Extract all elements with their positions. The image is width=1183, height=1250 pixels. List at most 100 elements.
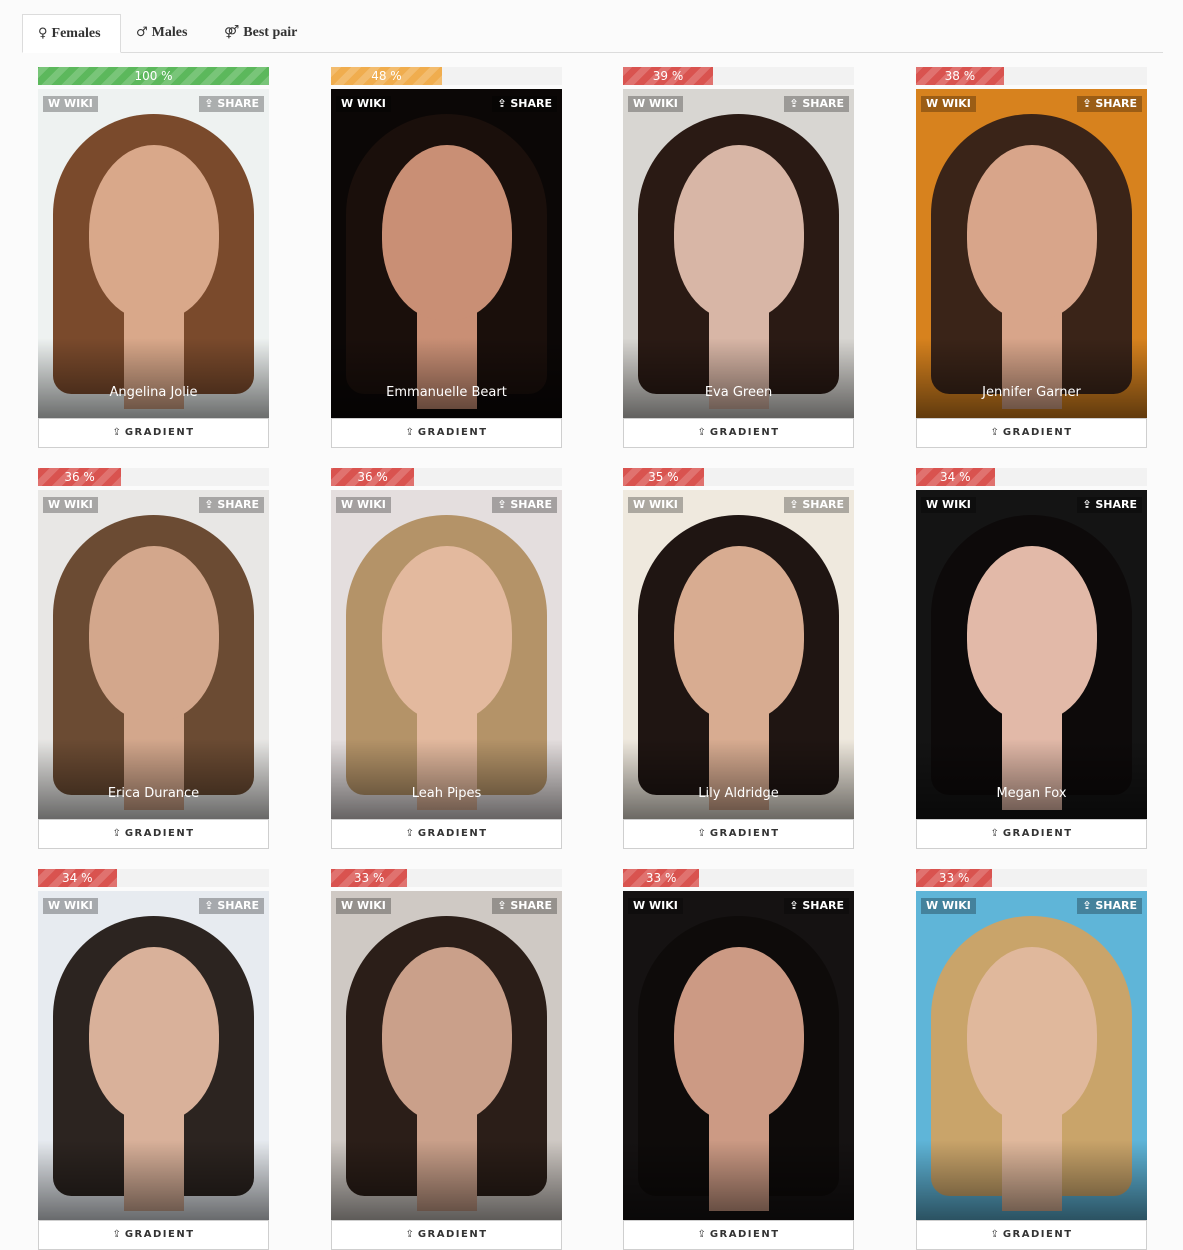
tab-males[interactable]: ♂ Males [121, 14, 207, 51]
similarity-percent: 34 % [940, 470, 971, 484]
person-photo[interactable]: W WIKI ⇪ SHARE Leah Pipes [331, 490, 562, 819]
wiki-icon: W [48, 899, 64, 912]
share-button[interactable]: ⇪ SHARE [492, 898, 557, 914]
share-label: SHARE [217, 498, 259, 511]
photo-face [673, 546, 804, 722]
share-button[interactable]: ⇪ SHARE [1077, 898, 1142, 914]
wiki-button[interactable]: W WIKI [921, 497, 976, 513]
share-icon: ⇪ [497, 97, 511, 110]
gradient-label: GRADIENT [124, 1229, 195, 1240]
wiki-icon: W [48, 498, 64, 511]
wiki-button[interactable]: W WIKI [628, 898, 683, 914]
share-button[interactable]: ⇪ SHARE [492, 497, 557, 513]
gradient-button[interactable]: ⇪ GRADIENT [916, 819, 1147, 849]
share-button[interactable]: ⇪ SHARE [784, 898, 849, 914]
person-card: 36 % W WIKI ⇪ SHARE Leah Pipes ⇪ GRADIENT [331, 468, 562, 849]
share-button[interactable]: ⇪ SHARE [492, 96, 557, 112]
similarity-percent: 39 % [652, 69, 684, 83]
tab-label: Best pair [243, 25, 298, 40]
person-photo[interactable]: W WIKI ⇪ SHARE [38, 891, 269, 1220]
wiki-button[interactable]: W WIKI [921, 898, 976, 914]
wiki-label: WIKI [941, 498, 971, 511]
gradient-button[interactable]: ⇪ GRADIENT [623, 418, 854, 448]
share-button[interactable]: ⇪ SHARE [199, 96, 264, 112]
wiki-button[interactable]: W WIKI [43, 497, 98, 513]
gradient-icon: ⇪ [697, 427, 706, 438]
wiki-button[interactable]: W WIKI [628, 96, 683, 112]
gradient-button[interactable]: ⇪ GRADIENT [38, 418, 269, 448]
similarity-percent: 48 % [371, 69, 402, 83]
gradient-button[interactable]: ⇪ GRADIENT [623, 819, 854, 849]
similarity-percent: 33 % [645, 871, 677, 885]
photo-face [673, 947, 804, 1123]
wiki-label: WIKI [648, 97, 678, 110]
person-photo[interactable]: W WIKI ⇪ SHARE [623, 891, 854, 1220]
similarity-bar: 35 % [623, 468, 854, 486]
wiki-icon: W [48, 97, 64, 110]
gradient-label: GRADIENT [417, 1229, 488, 1240]
photo-face [381, 947, 512, 1123]
wiki-label: WIKI [941, 97, 971, 110]
person-photo[interactable]: W WIKI ⇪ SHARE Emmanuelle Beart [331, 89, 562, 418]
person-photo[interactable]: W WIKI ⇪ SHARE Eva Green [623, 89, 854, 418]
gradient-button[interactable]: ⇪ GRADIENT [38, 1220, 269, 1250]
gradient-icon: ⇪ [990, 828, 999, 839]
similarity-percent: 34 % [62, 871, 93, 885]
gender-tabs: ♀ Females ♂ Males ⚤ Best pair [22, 14, 1163, 53]
share-button[interactable]: ⇪ SHARE [1077, 497, 1142, 513]
share-icon: ⇪ [1082, 899, 1096, 912]
similarity-percent: 35 % [648, 470, 679, 484]
gradient-button[interactable]: ⇪ GRADIENT [331, 418, 562, 448]
wiki-icon: W [341, 899, 357, 912]
share-button[interactable]: ⇪ SHARE [784, 497, 849, 513]
wiki-button[interactable]: W WIKI [336, 96, 391, 112]
share-label: SHARE [1095, 97, 1137, 110]
person-photo[interactable]: W WIKI ⇪ SHARE Angelina Jolie [38, 89, 269, 418]
share-button[interactable]: ⇪ SHARE [199, 497, 264, 513]
person-photo[interactable]: W WIKI ⇪ SHARE Erica Durance [38, 490, 269, 819]
share-label: SHARE [1095, 498, 1137, 511]
share-icon: ⇪ [497, 498, 511, 511]
share-label: SHARE [217, 899, 259, 912]
wiki-label: WIKI [356, 899, 386, 912]
person-photo[interactable]: W WIKI ⇪ SHARE [916, 891, 1147, 1220]
gradient-button[interactable]: ⇪ GRADIENT [916, 1220, 1147, 1250]
similarity-bar: 48 % [331, 67, 562, 85]
tab-females[interactable]: ♀ Females [22, 14, 121, 53]
share-label: SHARE [510, 899, 552, 912]
person-card: 33 % W WIKI ⇪ SHARE ⇪ GRADIENT [916, 869, 1147, 1250]
share-button[interactable]: ⇪ SHARE [199, 898, 264, 914]
gradient-icon: ⇪ [112, 1229, 121, 1240]
similarity-percent: 33 % [353, 871, 385, 885]
share-label: SHARE [1095, 899, 1137, 912]
gradient-button[interactable]: ⇪ GRADIENT [916, 418, 1147, 448]
wiki-button[interactable]: W WIKI [43, 96, 98, 112]
wiki-button[interactable]: W WIKI [43, 898, 98, 914]
wiki-button[interactable]: W WIKI [921, 96, 976, 112]
wiki-icon: W [341, 97, 357, 110]
wiki-button[interactable]: W WIKI [336, 898, 391, 914]
person-photo[interactable]: W WIKI ⇪ SHARE Megan Fox [916, 490, 1147, 819]
wiki-button[interactable]: W WIKI [336, 497, 391, 513]
photo-face [381, 546, 512, 722]
gradient-button[interactable]: ⇪ GRADIENT [623, 1220, 854, 1250]
gradient-button[interactable]: ⇪ GRADIENT [331, 1220, 562, 1250]
photo-shade [916, 1140, 1147, 1220]
wiki-icon: W [633, 97, 649, 110]
person-photo[interactable]: W WIKI ⇪ SHARE Lily Aldridge [623, 490, 854, 819]
person-photo[interactable]: W WIKI ⇪ SHARE [331, 891, 562, 1220]
person-name: Emmanuelle Beart [386, 385, 507, 400]
tab-best-pair[interactable]: ⚤ Best pair [209, 14, 311, 51]
person-name: Jennifer Garner [982, 385, 1081, 400]
wiki-label: WIKI [648, 899, 678, 912]
similarity-bar: 34 % [916, 468, 1147, 486]
photo-shade [623, 739, 854, 819]
gradient-button[interactable]: ⇪ GRADIENT [38, 819, 269, 849]
wiki-label: WIKI [356, 498, 386, 511]
share-button[interactable]: ⇪ SHARE [784, 96, 849, 112]
share-button[interactable]: ⇪ SHARE [1077, 96, 1142, 112]
person-photo[interactable]: W WIKI ⇪ SHARE Jennifer Garner [916, 89, 1147, 418]
gradient-button[interactable]: ⇪ GRADIENT [331, 819, 562, 849]
photo-face [88, 145, 219, 321]
wiki-button[interactable]: W WIKI [628, 497, 683, 513]
